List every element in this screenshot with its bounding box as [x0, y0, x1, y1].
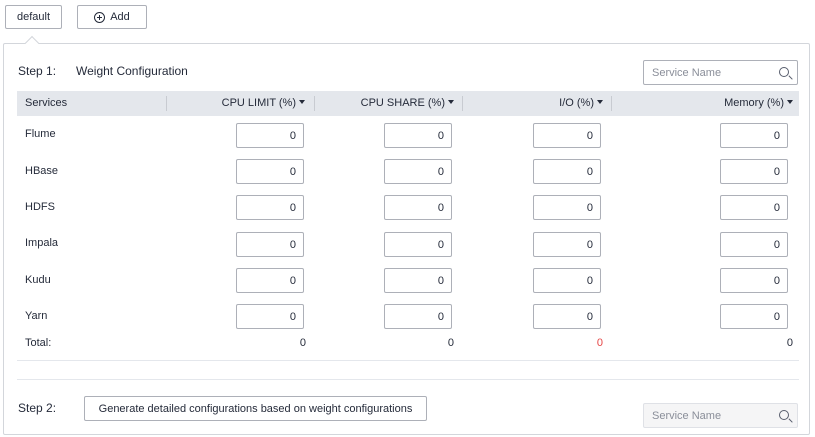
table-row-service-name: Impala [25, 237, 59, 249]
add-button[interactable]: Add [77, 5, 147, 29]
memory-input[interactable] [720, 268, 788, 293]
cpu-limit-input[interactable] [236, 232, 304, 257]
io-input[interactable] [533, 268, 601, 293]
io-input[interactable] [533, 232, 601, 257]
table-bottom-divider [17, 360, 799, 361]
search-icon[interactable] [779, 67, 789, 77]
memory-input[interactable] [720, 195, 788, 220]
total-cpu-share: 0 [447, 337, 454, 349]
column-header-cpu-share[interactable]: CPU SHARE (%) [315, 91, 454, 116]
memory-input[interactable] [720, 232, 788, 257]
total-label: Total: [25, 337, 52, 349]
table-row-service-name: Yarn [25, 310, 48, 322]
table-row-service-name: Kudu [25, 274, 51, 286]
io-input[interactable] [533, 159, 601, 184]
cpu-limit-input[interactable] [236, 304, 304, 329]
column-header-memory[interactable]: Memory (%) [612, 91, 793, 116]
service-search-box [643, 60, 798, 85]
cpu-limit-input[interactable] [236, 123, 304, 148]
cpu-share-input[interactable] [384, 159, 452, 184]
sort-caret-icon [787, 100, 793, 105]
total-io: 0 [596, 337, 603, 349]
service-search-input[interactable] [644, 61, 764, 84]
plus-circle-icon [94, 11, 106, 23]
tab-default[interactable]: default [5, 5, 62, 29]
service-search-input-disabled[interactable] [644, 404, 764, 427]
io-input[interactable] [533, 195, 601, 220]
column-header-io[interactable]: I/O (%) [463, 91, 603, 116]
step2-label: Step 2: [18, 401, 57, 415]
memory-input[interactable] [720, 159, 788, 184]
table-header: Services CPU LIMIT (%) CPU SHARE (%) I/O… [17, 91, 799, 116]
tab-default-label: default [16, 11, 51, 23]
cpu-limit-input[interactable] [236, 195, 304, 220]
sort-caret-icon [299, 100, 305, 105]
generate-config-button[interactable]: Generate detailed configurations based o… [84, 396, 427, 421]
cpu-share-input[interactable] [384, 232, 452, 257]
column-header-cpu-limit[interactable]: CPU LIMIT (%) [167, 91, 305, 116]
io-input[interactable] [533, 304, 601, 329]
total-cpu-limit: 0 [299, 337, 306, 349]
cpu-share-input[interactable] [384, 195, 452, 220]
step1-title: Weight Configuration [76, 64, 188, 78]
total-memory: 0 [786, 337, 793, 349]
table-row-service-name: Flume [25, 128, 56, 140]
cpu-limit-input[interactable] [236, 159, 304, 184]
table-row-service-name: HDFS [25, 201, 55, 213]
table-row-service-name: HBase [25, 165, 59, 177]
column-header-services: Services [25, 97, 68, 109]
cpu-share-input[interactable] [384, 304, 452, 329]
cpu-limit-input[interactable] [236, 268, 304, 293]
cpu-share-input[interactable] [384, 123, 452, 148]
sort-caret-icon [597, 100, 603, 105]
step1-label: Step 1: [18, 64, 57, 78]
add-button-label: Add [110, 11, 130, 23]
search-icon[interactable] [779, 410, 789, 420]
section-divider [17, 379, 799, 380]
memory-input[interactable] [720, 123, 788, 148]
memory-input[interactable] [720, 304, 788, 329]
sort-caret-icon [448, 100, 454, 105]
cpu-share-input[interactable] [384, 268, 452, 293]
service-search-box-disabled [643, 403, 798, 428]
io-input[interactable] [533, 123, 601, 148]
